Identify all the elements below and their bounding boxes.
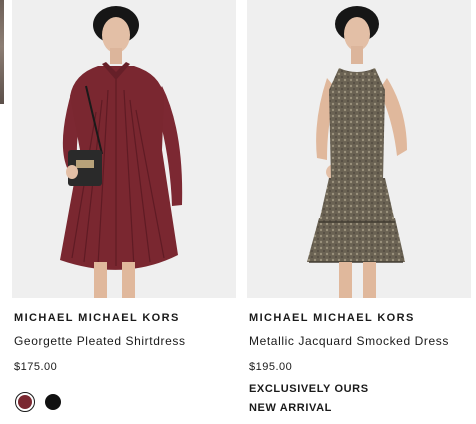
product-image-link[interactable] (12, 0, 236, 298)
product-card: MICHAEL MICHAEL KORS Metallic Jacquard S… (247, 0, 471, 414)
exclusive-badge: EXCLUSIVELY OURS (249, 383, 369, 395)
product-image-burgundy-shirtdress (12, 0, 236, 298)
swatch-color (18, 395, 32, 409)
new-arrival-badge: NEW ARRIVAL (249, 402, 332, 414)
product-card: MICHAEL MICHAEL KORS Georgette Pleated S… (12, 0, 236, 412)
product-image-link[interactable] (247, 0, 471, 298)
color-swatch-burgundy[interactable] (15, 392, 35, 412)
product-name-link[interactable]: Metallic Jacquard Smocked Dress (249, 334, 449, 348)
previous-product-image-edge (0, 0, 4, 104)
product-name-link[interactable]: Georgette Pleated Shirtdress (14, 334, 186, 348)
product-price: $195.00 (249, 361, 293, 373)
product-price: $175.00 (14, 361, 58, 373)
color-swatch-black[interactable] (43, 392, 63, 412)
product-brand: MICHAEL MICHAEL KORS (249, 312, 415, 324)
product-image-metallic-dress (247, 0, 471, 298)
product-brand: MICHAEL MICHAEL KORS (14, 312, 180, 324)
swatch-color (45, 394, 61, 410)
